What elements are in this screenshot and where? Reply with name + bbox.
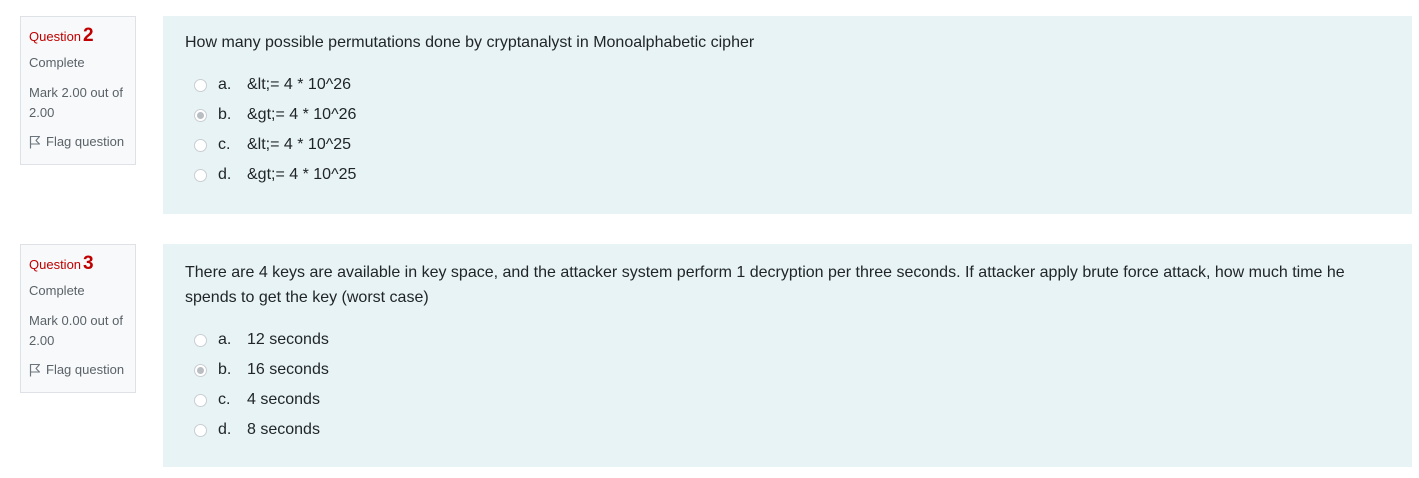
answer-option-a[interactable]: a. 12 seconds xyxy=(185,325,1390,355)
radio-button[interactable] xyxy=(194,78,207,92)
question-number: Question 3 xyxy=(29,252,127,278)
option-text: &gt;= 4 * 10^25 xyxy=(247,166,357,183)
radio-button[interactable] xyxy=(194,423,207,437)
option-letter: d. xyxy=(218,166,232,183)
option-letter: b. xyxy=(218,361,232,378)
radio-button[interactable] xyxy=(194,138,207,152)
answer-list: a. 12 seconds b. 16 seconds c. 4 seconds… xyxy=(185,325,1390,445)
question-text: There are 4 keys are available in key sp… xyxy=(185,264,1345,306)
answer-option-b[interactable]: b. 16 seconds xyxy=(185,355,1390,385)
option-text: 4 seconds xyxy=(247,391,320,408)
answer-list: a. &lt;= 4 * 10^26 b. &gt;= 4 * 10^26 c.… xyxy=(185,70,1390,190)
question-label: Question xyxy=(29,29,82,44)
flag-icon xyxy=(29,135,41,149)
option-text: &lt;= 4 * 10^25 xyxy=(247,136,352,153)
option-text: &gt;= 4 * 10^26 xyxy=(247,106,357,123)
answer-option-c[interactable]: c. &lt;= 4 * 10^25 xyxy=(185,130,1390,160)
radio-button[interactable] xyxy=(194,168,207,182)
option-letter: c. xyxy=(218,136,231,153)
option-text: 8 seconds xyxy=(247,421,320,438)
radio-button-selected[interactable] xyxy=(194,363,207,377)
radio-button-selected[interactable] xyxy=(194,108,207,122)
flag-icon xyxy=(29,363,41,377)
question-content: There are 4 keys are available in key sp… xyxy=(163,244,1412,467)
question-3: Question 3 Complete Mark 0.00 out of 2.00… xyxy=(0,244,1419,467)
radio-button[interactable] xyxy=(194,333,207,347)
option-letter: d. xyxy=(218,421,232,438)
option-letter: a. xyxy=(218,76,232,93)
question-state: Complete xyxy=(29,283,85,298)
question-grade: Mark 2.00 out of 2.00 xyxy=(29,85,123,120)
answer-option-c[interactable]: c. 4 seconds xyxy=(185,385,1390,415)
question-info: Question 2 Complete Mark 2.00 out of 2.00… xyxy=(20,16,136,165)
question-number: Question 2 xyxy=(29,24,127,50)
answer-option-b[interactable]: b. &gt;= 4 * 10^26 xyxy=(185,100,1390,130)
flag-question-link[interactable]: Flag question xyxy=(29,361,127,379)
option-letter: a. xyxy=(218,331,232,348)
answer-option-d[interactable]: d. 8 seconds xyxy=(185,415,1390,445)
question-content: How many possible permutations done by c… xyxy=(163,16,1412,214)
flag-question-label: Flag question xyxy=(46,134,125,149)
question-grade: Mark 0.00 out of 2.00 xyxy=(29,313,123,348)
flag-question-link[interactable]: Flag question xyxy=(29,133,127,151)
answer-option-a[interactable]: a. &lt;= 4 * 10^26 xyxy=(185,70,1390,100)
option-letter: b. xyxy=(218,106,232,123)
radio-button[interactable] xyxy=(194,393,207,407)
question-number-value: 3 xyxy=(83,253,94,274)
question-2: Question 2 Complete Mark 2.00 out of 2.00… xyxy=(0,16,1419,214)
question-state: Complete xyxy=(29,55,85,70)
option-text: 16 seconds xyxy=(247,361,329,378)
option-text: &lt;= 4 * 10^26 xyxy=(247,76,352,93)
answer-option-d[interactable]: d. &gt;= 4 * 10^25 xyxy=(185,160,1390,190)
question-number-value: 2 xyxy=(83,25,94,46)
question-info: Question 3 Complete Mark 0.00 out of 2.00… xyxy=(20,244,136,393)
question-label: Question xyxy=(29,257,82,272)
option-letter: c. xyxy=(218,391,231,408)
flag-question-label: Flag question xyxy=(46,362,125,377)
question-text: How many possible permutations done by c… xyxy=(185,34,755,51)
option-text: 12 seconds xyxy=(247,331,329,348)
